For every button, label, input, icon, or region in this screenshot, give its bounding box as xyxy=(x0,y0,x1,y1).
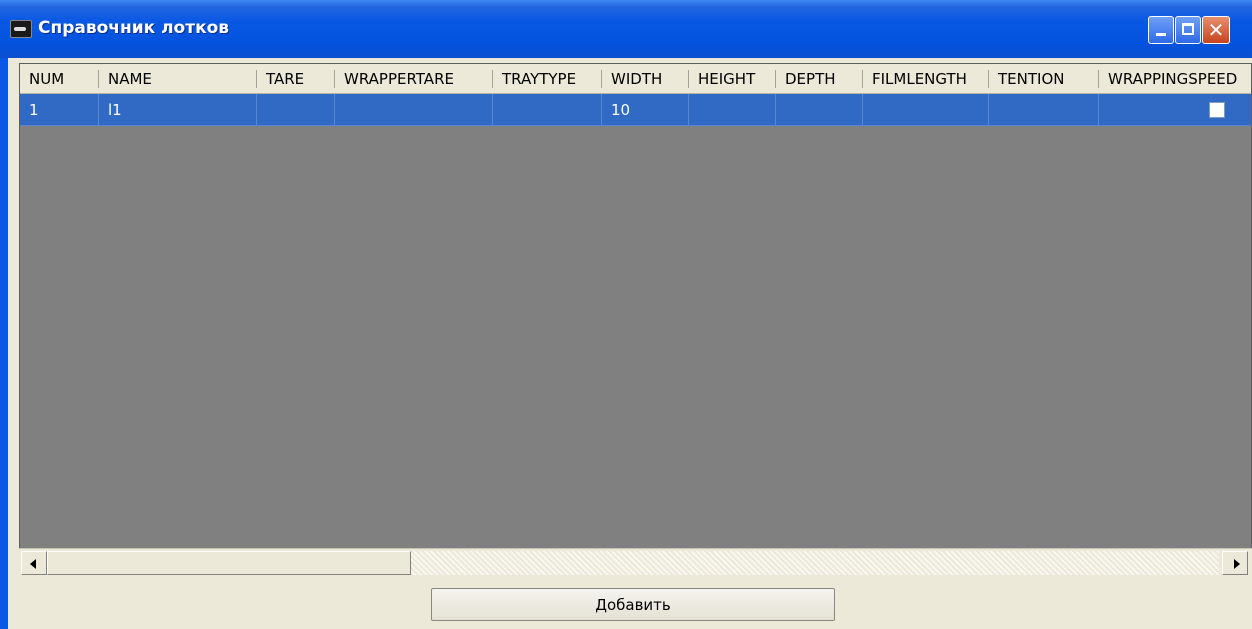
window-title: Справочник лотков xyxy=(38,18,230,38)
column-header-num[interactable]: NUM xyxy=(20,64,99,94)
close-button[interactable]: ✕ xyxy=(1202,16,1230,44)
column-header-name[interactable]: NAME xyxy=(99,64,257,94)
cell-name[interactable]: l1 xyxy=(99,94,257,126)
scrollbar-thumb[interactable] xyxy=(47,551,411,575)
column-header-traytype[interactable]: TRAYTYPE xyxy=(493,64,602,94)
cell-width[interactable]: 10 xyxy=(602,94,689,126)
app-icon[interactable] xyxy=(10,20,32,38)
column-header-depth[interactable]: DEPTH xyxy=(776,64,863,94)
data-grid[interactable]: NUM NAME TARE WRAPPERTARE TRAYTYPE WIDTH… xyxy=(19,63,1252,577)
maximize-icon xyxy=(1182,23,1194,35)
minimize-button[interactable] xyxy=(1148,16,1174,44)
maximize-button[interactable] xyxy=(1175,16,1201,44)
main-window: Справочник лотков ✕ NUM NAME TARE WRAPPE… xyxy=(0,0,1252,629)
close-icon: ✕ xyxy=(1207,18,1225,42)
minimize-icon xyxy=(1156,33,1166,36)
horizontal-scrollbar[interactable] xyxy=(19,548,1252,577)
add-button[interactable]: Добавить xyxy=(431,588,835,621)
table-row[interactable]: 1 l1 10 xyxy=(20,94,1251,126)
cell-height[interactable] xyxy=(689,94,776,126)
column-header-tare[interactable]: TARE xyxy=(257,64,335,94)
column-header-wrappertare[interactable]: WRAPPERTARE xyxy=(335,64,493,94)
title-bar[interactable]: Справочник лотков ✕ xyxy=(0,0,1252,58)
cell-tention[interactable] xyxy=(989,94,1099,126)
column-header-width[interactable]: WIDTH xyxy=(602,64,689,94)
cell-traytype[interactable] xyxy=(493,94,602,126)
arrow-left-icon xyxy=(30,559,36,569)
cell-filmlength[interactable] xyxy=(863,94,989,126)
column-header-wrappingspeed[interactable]: WRAPPINGSPEED xyxy=(1099,64,1251,94)
column-header-tention[interactable]: TENTION xyxy=(989,64,1099,94)
arrow-right-icon xyxy=(1234,559,1240,569)
grid-header: NUM NAME TARE WRAPPERTARE TRAYTYPE WIDTH… xyxy=(20,64,1251,94)
scroll-right-button[interactable] xyxy=(1222,551,1248,575)
scroll-left-button[interactable] xyxy=(21,551,47,575)
cell-tare[interactable] xyxy=(257,94,335,126)
cell-wrappertare[interactable] xyxy=(335,94,493,126)
column-header-filmlength[interactable]: FILMLENGTH xyxy=(863,64,989,94)
column-header-height[interactable]: HEIGHT xyxy=(689,64,776,94)
cell-depth[interactable] xyxy=(776,94,863,126)
cell-wrappingspeed[interactable] xyxy=(1099,94,1251,126)
window-frame xyxy=(0,58,8,629)
wrappingspeed-checkbox[interactable] xyxy=(1209,102,1225,118)
cell-num[interactable]: 1 xyxy=(20,94,99,126)
